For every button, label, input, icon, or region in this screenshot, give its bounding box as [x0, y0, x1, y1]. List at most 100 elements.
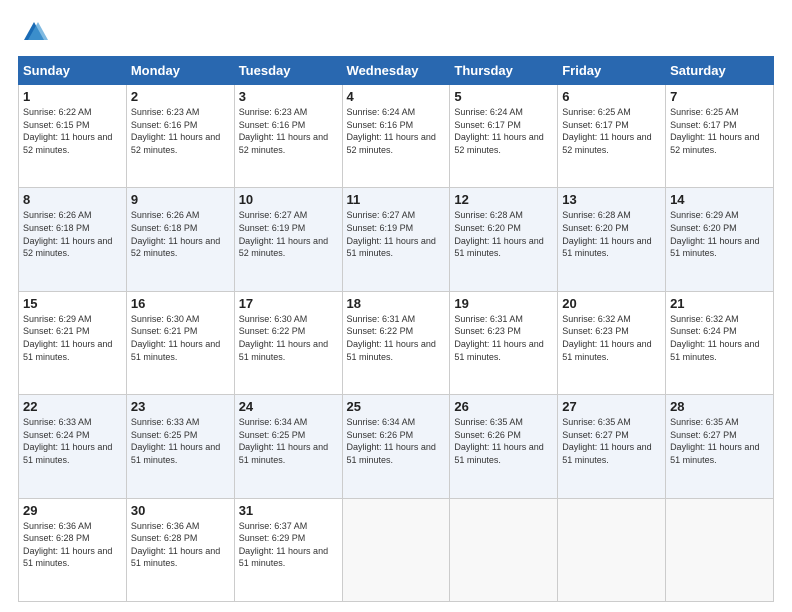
calendar-weekday: Saturday [666, 57, 774, 85]
cell-text: Sunrise: 6:25 AMSunset: 6:17 PMDaylight:… [562, 107, 651, 155]
day-number: 25 [347, 399, 446, 414]
day-number: 4 [347, 89, 446, 104]
calendar-weekday: Tuesday [234, 57, 342, 85]
cell-text: Sunrise: 6:33 AMSunset: 6:24 PMDaylight:… [23, 417, 112, 465]
calendar-cell: 22 Sunrise: 6:33 AMSunset: 6:24 PMDaylig… [19, 395, 127, 498]
cell-text: Sunrise: 6:26 AMSunset: 6:18 PMDaylight:… [23, 210, 112, 258]
calendar-cell: 27 Sunrise: 6:35 AMSunset: 6:27 PMDaylig… [558, 395, 666, 498]
calendar-week-row: 29 Sunrise: 6:36 AMSunset: 6:28 PMDaylig… [19, 498, 774, 601]
calendar-week-row: 1 Sunrise: 6:22 AMSunset: 6:15 PMDayligh… [19, 85, 774, 188]
calendar-cell: 28 Sunrise: 6:35 AMSunset: 6:27 PMDaylig… [666, 395, 774, 498]
calendar-cell [450, 498, 558, 601]
day-number: 22 [23, 399, 122, 414]
calendar-cell: 17 Sunrise: 6:30 AMSunset: 6:22 PMDaylig… [234, 291, 342, 394]
day-number: 24 [239, 399, 338, 414]
calendar-cell: 31 Sunrise: 6:37 AMSunset: 6:29 PMDaylig… [234, 498, 342, 601]
calendar-cell: 25 Sunrise: 6:34 AMSunset: 6:26 PMDaylig… [342, 395, 450, 498]
cell-text: Sunrise: 6:30 AMSunset: 6:21 PMDaylight:… [131, 314, 220, 362]
day-number: 19 [454, 296, 553, 311]
calendar-cell: 18 Sunrise: 6:31 AMSunset: 6:22 PMDaylig… [342, 291, 450, 394]
day-number: 31 [239, 503, 338, 518]
cell-text: Sunrise: 6:24 AMSunset: 6:17 PMDaylight:… [454, 107, 543, 155]
day-number: 17 [239, 296, 338, 311]
day-number: 9 [131, 192, 230, 207]
calendar-header-row: SundayMondayTuesdayWednesdayThursdayFrid… [19, 57, 774, 85]
day-number: 26 [454, 399, 553, 414]
calendar-cell: 4 Sunrise: 6:24 AMSunset: 6:16 PMDayligh… [342, 85, 450, 188]
day-number: 11 [347, 192, 446, 207]
calendar-cell [342, 498, 450, 601]
calendar-cell: 12 Sunrise: 6:28 AMSunset: 6:20 PMDaylig… [450, 188, 558, 291]
day-number: 21 [670, 296, 769, 311]
day-number: 13 [562, 192, 661, 207]
day-number: 6 [562, 89, 661, 104]
day-number: 20 [562, 296, 661, 311]
calendar-cell: 2 Sunrise: 6:23 AMSunset: 6:16 PMDayligh… [126, 85, 234, 188]
calendar-weekday: Monday [126, 57, 234, 85]
calendar-week-row: 15 Sunrise: 6:29 AMSunset: 6:21 PMDaylig… [19, 291, 774, 394]
day-number: 15 [23, 296, 122, 311]
calendar-cell: 26 Sunrise: 6:35 AMSunset: 6:26 PMDaylig… [450, 395, 558, 498]
cell-text: Sunrise: 6:35 AMSunset: 6:26 PMDaylight:… [454, 417, 543, 465]
calendar-cell: 6 Sunrise: 6:25 AMSunset: 6:17 PMDayligh… [558, 85, 666, 188]
calendar-weekday: Wednesday [342, 57, 450, 85]
cell-text: Sunrise: 6:33 AMSunset: 6:25 PMDaylight:… [131, 417, 220, 465]
calendar-weekday: Friday [558, 57, 666, 85]
calendar-cell: 7 Sunrise: 6:25 AMSunset: 6:17 PMDayligh… [666, 85, 774, 188]
day-number: 10 [239, 192, 338, 207]
day-number: 1 [23, 89, 122, 104]
header [18, 18, 774, 46]
day-number: 12 [454, 192, 553, 207]
calendar-cell: 30 Sunrise: 6:36 AMSunset: 6:28 PMDaylig… [126, 498, 234, 601]
cell-text: Sunrise: 6:25 AMSunset: 6:17 PMDaylight:… [670, 107, 759, 155]
calendar-cell: 19 Sunrise: 6:31 AMSunset: 6:23 PMDaylig… [450, 291, 558, 394]
day-number: 3 [239, 89, 338, 104]
day-number: 30 [131, 503, 230, 518]
calendar-cell: 15 Sunrise: 6:29 AMSunset: 6:21 PMDaylig… [19, 291, 127, 394]
day-number: 23 [131, 399, 230, 414]
cell-text: Sunrise: 6:36 AMSunset: 6:28 PMDaylight:… [131, 521, 220, 569]
calendar-cell: 11 Sunrise: 6:27 AMSunset: 6:19 PMDaylig… [342, 188, 450, 291]
cell-text: Sunrise: 6:35 AMSunset: 6:27 PMDaylight:… [562, 417, 651, 465]
cell-text: Sunrise: 6:35 AMSunset: 6:27 PMDaylight:… [670, 417, 759, 465]
cell-text: Sunrise: 6:24 AMSunset: 6:16 PMDaylight:… [347, 107, 436, 155]
calendar-cell: 14 Sunrise: 6:29 AMSunset: 6:20 PMDaylig… [666, 188, 774, 291]
cell-text: Sunrise: 6:34 AMSunset: 6:26 PMDaylight:… [347, 417, 436, 465]
cell-text: Sunrise: 6:37 AMSunset: 6:29 PMDaylight:… [239, 521, 328, 569]
calendar-cell: 16 Sunrise: 6:30 AMSunset: 6:21 PMDaylig… [126, 291, 234, 394]
day-number: 16 [131, 296, 230, 311]
calendar-cell: 9 Sunrise: 6:26 AMSunset: 6:18 PMDayligh… [126, 188, 234, 291]
day-number: 5 [454, 89, 553, 104]
cell-text: Sunrise: 6:31 AMSunset: 6:23 PMDaylight:… [454, 314, 543, 362]
cell-text: Sunrise: 6:29 AMSunset: 6:20 PMDaylight:… [670, 210, 759, 258]
calendar-cell [666, 498, 774, 601]
calendar-cell: 23 Sunrise: 6:33 AMSunset: 6:25 PMDaylig… [126, 395, 234, 498]
day-number: 18 [347, 296, 446, 311]
logo-icon [20, 18, 48, 46]
cell-text: Sunrise: 6:23 AMSunset: 6:16 PMDaylight:… [239, 107, 328, 155]
logo [18, 18, 48, 46]
calendar-week-row: 8 Sunrise: 6:26 AMSunset: 6:18 PMDayligh… [19, 188, 774, 291]
cell-text: Sunrise: 6:34 AMSunset: 6:25 PMDaylight:… [239, 417, 328, 465]
day-number: 27 [562, 399, 661, 414]
calendar-cell: 21 Sunrise: 6:32 AMSunset: 6:24 PMDaylig… [666, 291, 774, 394]
cell-text: Sunrise: 6:26 AMSunset: 6:18 PMDaylight:… [131, 210, 220, 258]
calendar-cell: 13 Sunrise: 6:28 AMSunset: 6:20 PMDaylig… [558, 188, 666, 291]
cell-text: Sunrise: 6:30 AMSunset: 6:22 PMDaylight:… [239, 314, 328, 362]
cell-text: Sunrise: 6:32 AMSunset: 6:23 PMDaylight:… [562, 314, 651, 362]
cell-text: Sunrise: 6:32 AMSunset: 6:24 PMDaylight:… [670, 314, 759, 362]
day-number: 28 [670, 399, 769, 414]
cell-text: Sunrise: 6:36 AMSunset: 6:28 PMDaylight:… [23, 521, 112, 569]
calendar-weekday: Thursday [450, 57, 558, 85]
day-number: 29 [23, 503, 122, 518]
day-number: 2 [131, 89, 230, 104]
calendar-table: SundayMondayTuesdayWednesdayThursdayFrid… [18, 56, 774, 602]
calendar-cell: 8 Sunrise: 6:26 AMSunset: 6:18 PMDayligh… [19, 188, 127, 291]
cell-text: Sunrise: 6:27 AMSunset: 6:19 PMDaylight:… [239, 210, 328, 258]
calendar-weekday: Sunday [19, 57, 127, 85]
calendar-cell: 3 Sunrise: 6:23 AMSunset: 6:16 PMDayligh… [234, 85, 342, 188]
cell-text: Sunrise: 6:31 AMSunset: 6:22 PMDaylight:… [347, 314, 436, 362]
cell-text: Sunrise: 6:22 AMSunset: 6:15 PMDaylight:… [23, 107, 112, 155]
page: SundayMondayTuesdayWednesdayThursdayFrid… [0, 0, 792, 612]
day-number: 7 [670, 89, 769, 104]
